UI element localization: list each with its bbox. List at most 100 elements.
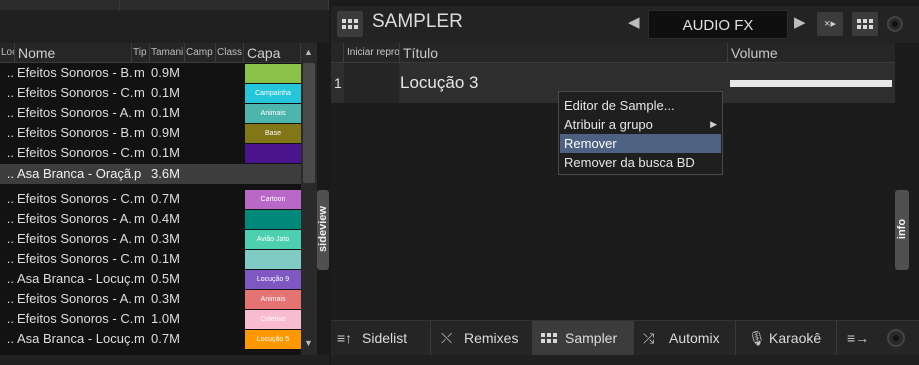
sampler-header: Iniciar repro Título Volume [331, 43, 895, 63]
menu-item-label: Remover [564, 136, 617, 151]
library-row[interactable]: .. Efeitos Sonoros - C... m 1.0M Coletivo [0, 309, 301, 329]
cover-thumbnail: Cartoon [245, 190, 301, 209]
library-row[interactable]: .. Efeitos Sonoros - A... m 0.1M Animais [0, 103, 301, 123]
library-row[interactable]: .. Efeitos Sonoros - A... m 0.4M [0, 209, 301, 229]
cover-thumbnail: Coletivo [245, 310, 301, 329]
fx-toggle-button[interactable]: ×▸ [817, 12, 843, 36]
volume-knob[interactable] [887, 16, 903, 32]
column-header-titulo[interactable]: Título [400, 43, 728, 63]
library-row[interactable]: .. Asa Branca - Oraçã... p 3.6M [0, 164, 301, 184]
sampler-grid-button[interactable] [337, 11, 363, 37]
row-size: 0.9M [151, 125, 180, 140]
cover-thumbnail: Animais [245, 290, 301, 309]
library-list[interactable]: Loc Nome Tip Tamani Camp Class Capa ..Ef… [0, 43, 317, 355]
sampler-layout-button[interactable] [852, 12, 878, 36]
cover-thumbnail [245, 250, 301, 269]
library-row[interactable]: .. Efeitos Sonoros - C... m 0.7M Cartoon [0, 189, 301, 209]
sample-title: Locução 3 [400, 73, 479, 92]
scroll-down-arrow-icon[interactable]: ▼ [304, 338, 313, 348]
row-size: 0.3M [151, 231, 180, 246]
row-size: 0.1M [151, 145, 180, 160]
list-arrow-icon: ≡→ [847, 330, 870, 346]
top-left-segment [0, 0, 120, 10]
grid-icon [342, 19, 358, 29]
library-row[interactable]: .. Asa Branca - Locuç... m 0.5M Locução 9 [0, 269, 301, 289]
column-header-capa[interactable]: Capa [244, 43, 301, 63]
library-row[interactable]: .. Efeitos Sonoros - C... m 0.1M Campainha [0, 83, 301, 103]
tab-remixes[interactable]: ⤬ Remixes [431, 321, 533, 355]
top-left-segment [120, 0, 329, 10]
sideview-tab[interactable]: sideview [317, 190, 329, 270]
fx-next-arrow-icon[interactable]: ▶ [794, 13, 806, 31]
library-row[interactable]: .. Efeitos Sonoros - C... m 0.1M [0, 249, 301, 269]
sampler-title: SAMPLER [372, 11, 463, 32]
row-name: Efeitos Sonoros - A... [17, 211, 133, 226]
row-size: 0.1M [151, 85, 180, 100]
bottom-right-strip [331, 355, 919, 365]
menu-item-atribuir-a-grupo[interactable]: Atribuir a grupo ▶ [560, 115, 721, 134]
row-size: 3.6M [151, 166, 180, 181]
info-tab[interactable]: info [895, 190, 909, 270]
library-header: Loc Nome Tip Tamani Camp Class Capa [0, 43, 317, 63]
row-name: Efeitos Sonoros - A... [17, 291, 133, 306]
row-size: 0.1M [151, 251, 180, 266]
fx-selector[interactable]: AUDIO FX [648, 10, 788, 39]
fx-prev-arrow-icon[interactable]: ◀ [628, 13, 640, 31]
tab-menu-button[interactable]: ≡→ [837, 321, 877, 355]
cover-thumbnail: Base [245, 124, 301, 143]
column-header-class[interactable]: Class [216, 43, 244, 63]
shuffle-icon: ⤮ [643, 330, 655, 346]
column-header-tip[interactable]: Tip [132, 43, 150, 63]
tab-label: Sidelist [362, 330, 408, 346]
sample-number: 1 [334, 75, 342, 91]
microphone-icon: 🎙 [748, 330, 766, 346]
column-header-tamanho[interactable]: Tamani [150, 43, 185, 63]
sideview-label: sideview [317, 206, 329, 252]
library-row[interactable]: .. Efeitos Sonoros - A... m 0.3M Animais [0, 289, 301, 309]
tab-label: Karaokê [769, 330, 822, 346]
row-type: m [134, 291, 145, 306]
row-location: .. [6, 145, 14, 160]
column-header-volume[interactable]: Volume [728, 43, 895, 63]
row-type: m [134, 191, 145, 206]
row-name: Asa Branca - Locuç... [17, 331, 133, 346]
row-location: .. [6, 331, 14, 346]
crossfader-knob[interactable] [887, 329, 905, 347]
menu-item-remover-da-busca-bd[interactable]: Remover da busca BD [560, 153, 721, 172]
row-type: m [134, 211, 145, 226]
tab-sidelist[interactable]: ≡↑ Sidelist [331, 321, 431, 355]
menu-item-editor-de-sample[interactable]: Editor de Sample... [560, 96, 721, 115]
tab-sampler[interactable]: Sampler [533, 321, 634, 355]
library-row[interactable]: .. Asa Branca - Locuç... m 0.7M Locução 5 [0, 329, 301, 349]
column-header-loc[interactable]: Loc [0, 43, 15, 63]
tab-label: Sampler [565, 330, 618, 346]
row-size: 1.0M [151, 311, 180, 326]
sample-start-cell[interactable] [344, 63, 399, 103]
sample-volume-bar[interactable] [730, 80, 892, 87]
tab-karaoke[interactable]: 🎙 Karaokê [736, 321, 837, 355]
menu-item-label: Atribuir a grupo [564, 117, 653, 132]
library-row[interactable]: .. Efeitos Sonoros - B... m 0.9M Base [0, 123, 301, 143]
sampler-toolbar: SAMPLER ◀ AUDIO FX ▶ ×▸ [331, 6, 919, 43]
remixes-icon: ⤬ [441, 330, 453, 346]
library-row[interactable]: .. Efeitos Sonoros - C... m 0.1M [0, 143, 301, 163]
library-scrollbar[interactable]: ▲ ▼ [301, 43, 317, 355]
column-header-iniciar-repro[interactable]: Iniciar repro [344, 43, 400, 63]
tab-automix[interactable]: ⤮ Automix [634, 321, 736, 355]
row-type: m [134, 145, 145, 160]
menu-item-remover[interactable]: Remover [560, 134, 721, 153]
row-type: m [134, 105, 145, 120]
grid-icon [857, 19, 873, 29]
scroll-up-arrow-icon[interactable]: ▲ [304, 47, 313, 57]
row-type: m [134, 271, 145, 286]
row-type: m [134, 331, 145, 346]
library-row[interactable]: .. Efeitos Sonoros - B... m 0.9M [0, 63, 301, 83]
library-row[interactable]: .. Efeitos Sonoros - A... m 0.3M Avião Jato [0, 229, 301, 249]
row-type: m [134, 231, 145, 246]
column-header-camp[interactable]: Camp [185, 43, 216, 63]
scrollbar-thumb[interactable] [303, 63, 315, 183]
row-name: Asa Branca - Oraçã... [17, 166, 133, 181]
row-size: 0.7M [151, 331, 180, 346]
row-type: m [134, 65, 145, 80]
column-header-nome[interactable]: Nome [15, 43, 132, 63]
